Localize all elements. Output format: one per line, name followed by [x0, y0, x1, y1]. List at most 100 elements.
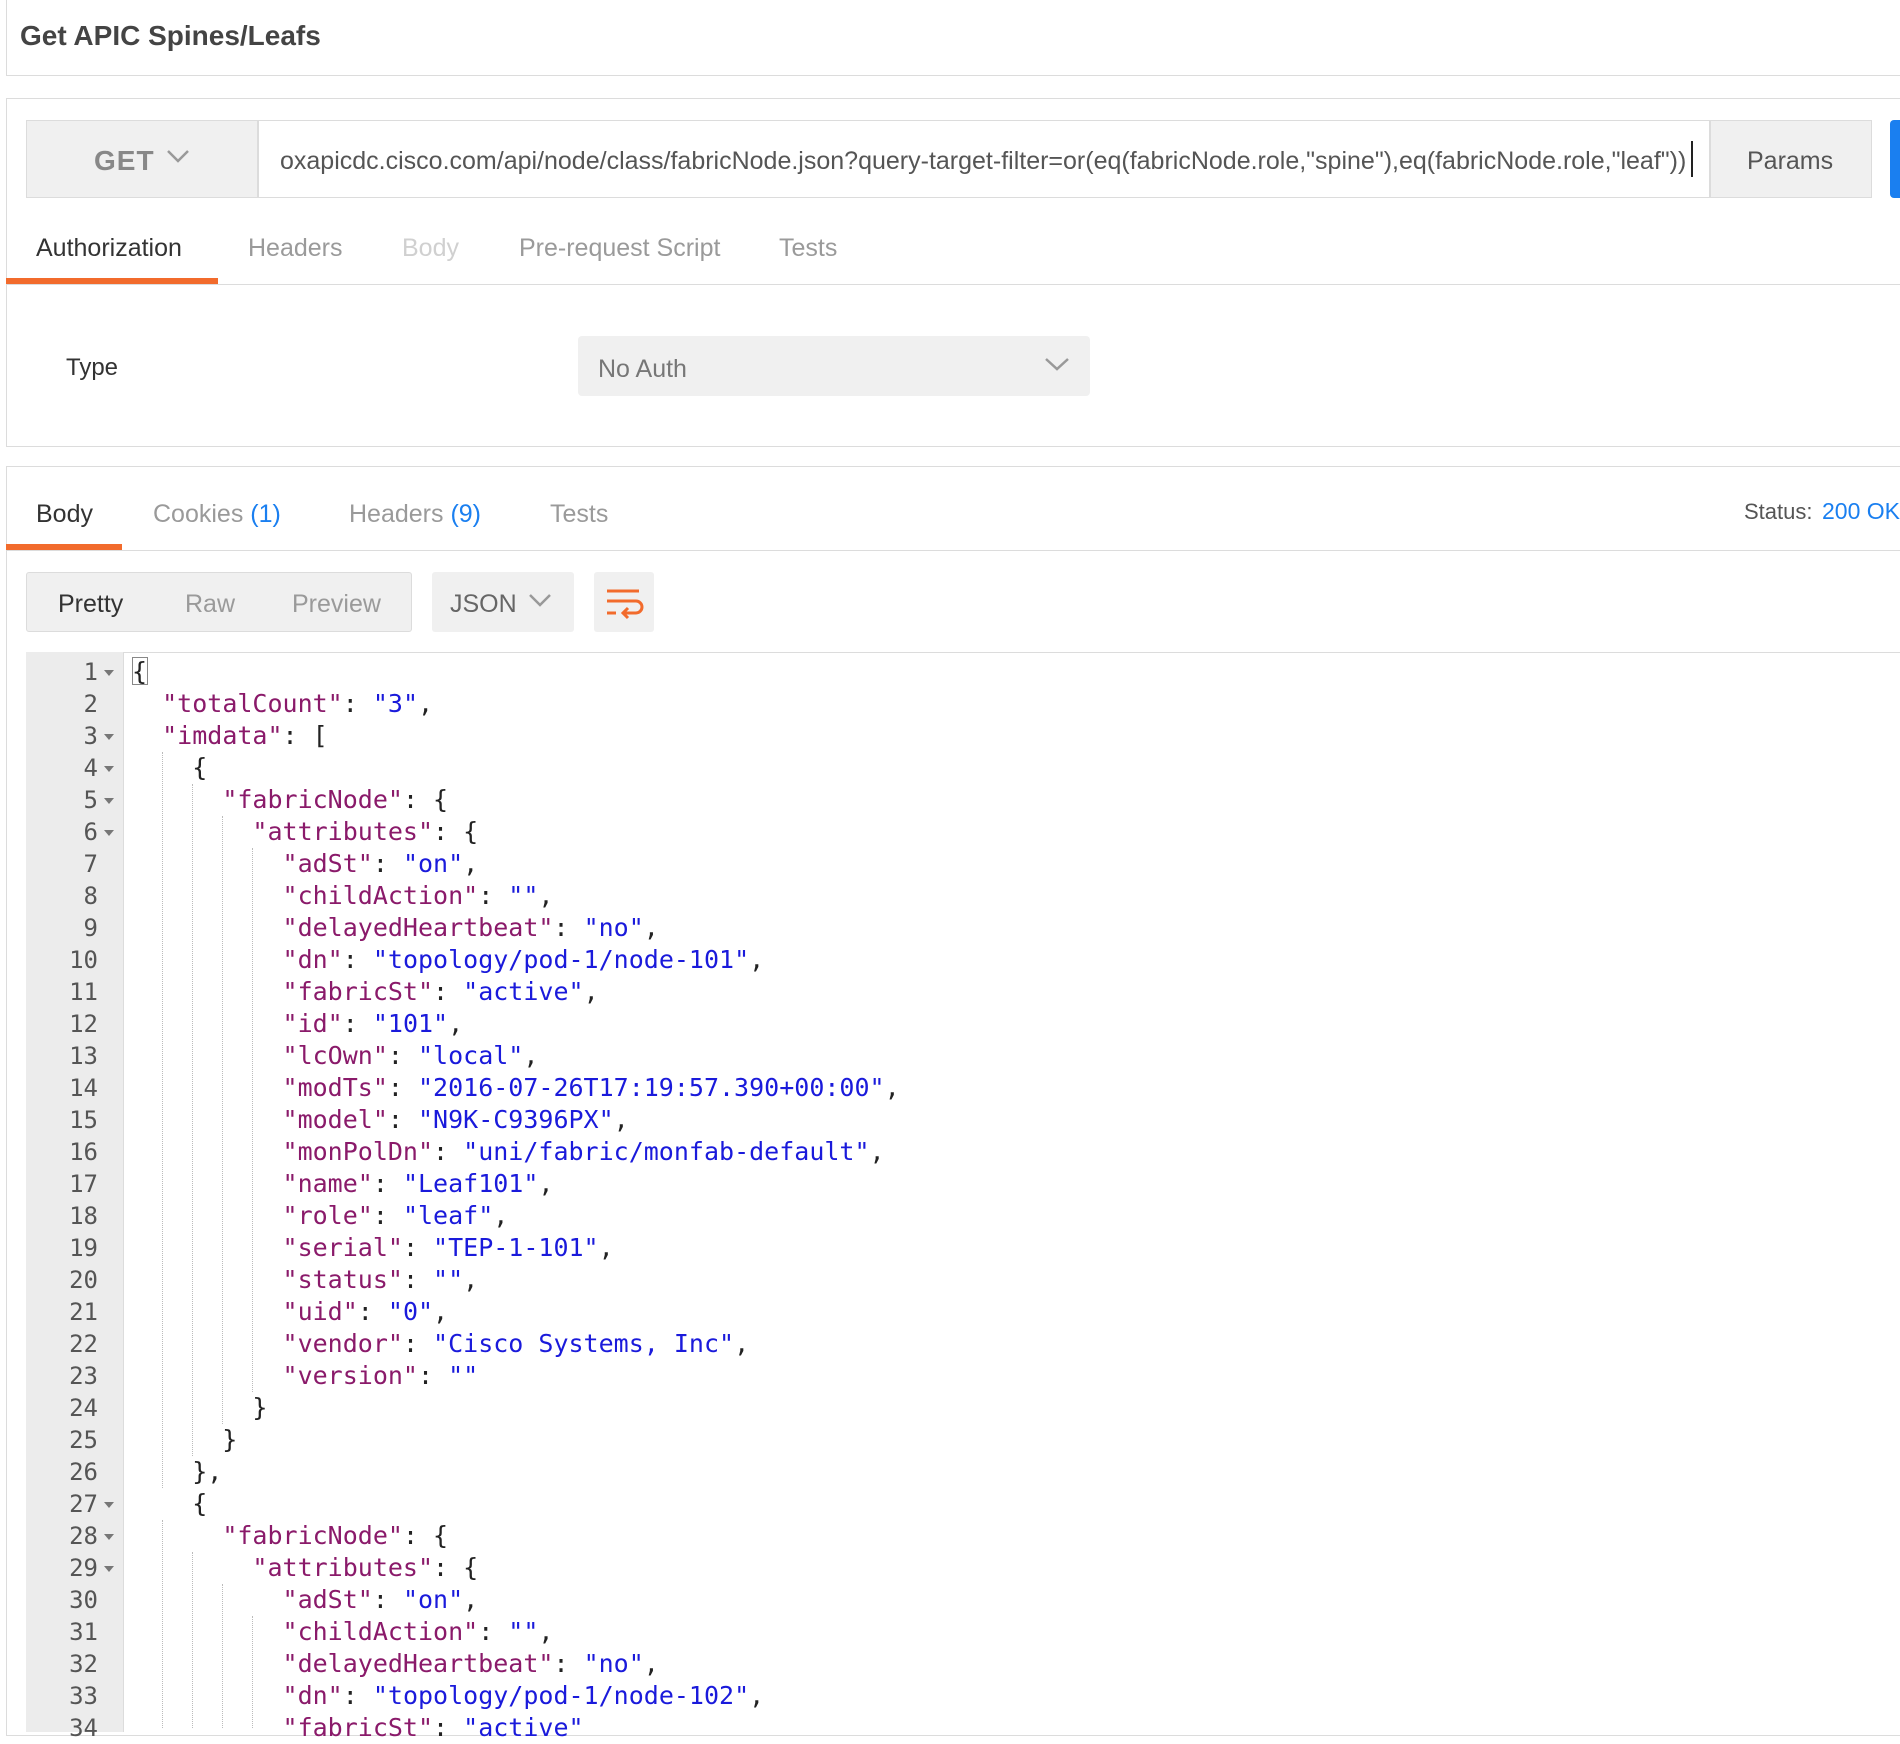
code-line: "serial": "TEP-1-101", — [132, 1232, 614, 1264]
json-punctuation: : — [478, 881, 509, 910]
chevron-down-icon — [529, 594, 551, 607]
line-number: 24 — [69, 1394, 98, 1422]
chevron-down-icon — [1045, 358, 1069, 371]
line-number: 18 — [69, 1202, 98, 1230]
wrap-lines-icon — [607, 589, 644, 620]
json-punctuation: , — [869, 1137, 885, 1166]
response-tab-tests[interactable]: Tests — [550, 500, 608, 529]
json-key: "name" — [282, 1169, 373, 1198]
tab-pre-request-script[interactable]: Pre-request Script — [519, 234, 720, 263]
json-punctuation: : — [372, 1585, 403, 1614]
json-punctuation: , — [463, 849, 479, 878]
fold-arrow-icon[interactable] — [104, 1534, 114, 1540]
json-string-value: "" — [448, 1361, 479, 1390]
fold-arrow-icon[interactable] — [104, 766, 114, 772]
response-tab-cookies[interactable]: Cookies (1) — [153, 500, 281, 529]
line-number: 14 — [69, 1074, 98, 1102]
json-punctuation: : — [372, 1201, 403, 1230]
fold-arrow-icon[interactable] — [104, 798, 114, 804]
line-number: 11 — [69, 978, 98, 1006]
line-number: 12 — [69, 1010, 98, 1038]
fold-arrow-icon[interactable] — [104, 734, 114, 740]
tab-tests[interactable]: Tests — [779, 234, 837, 263]
code-line: "status": "", — [132, 1264, 479, 1296]
json-key: "lcOwn" — [282, 1041, 388, 1070]
json-punctuation: : — [387, 1105, 418, 1134]
raw-button[interactable]: Raw — [185, 590, 235, 619]
json-punctuation: , — [749, 945, 765, 974]
json-punctuation — [132, 1585, 283, 1614]
fold-arrow-icon[interactable] — [104, 1566, 114, 1572]
json-punctuation: , — [433, 1297, 449, 1326]
code-line: { — [132, 1488, 207, 1520]
headers-count: (9) — [450, 500, 482, 528]
json-string-value: "Cisco Systems, Inc" — [433, 1329, 735, 1358]
line-number: 10 — [69, 946, 98, 974]
json-string-value: "N9K-C9396PX" — [417, 1105, 614, 1134]
fold-arrow-icon[interactable] — [104, 830, 114, 836]
headers-tab-label: Headers — [349, 500, 444, 528]
json-key: "adSt" — [282, 849, 373, 878]
line-number: 19 — [69, 1234, 98, 1262]
tab-authorization[interactable]: Authorization — [36, 234, 182, 263]
json-string-value: "no" — [583, 1649, 644, 1678]
code-line: "dn": "topology/pod-1/node-102", — [132, 1680, 765, 1712]
json-punctuation: : { — [402, 785, 449, 814]
line-number: 5 — [83, 786, 98, 814]
json-key: "fabricNode" — [222, 1521, 403, 1550]
response-tab-headers[interactable]: Headers (9) — [349, 500, 481, 529]
code-line: } — [132, 1392, 267, 1424]
json-key: "vendor" — [282, 1329, 403, 1358]
auth-type-label: Type — [66, 354, 119, 381]
json-punctuation: : { — [433, 1553, 479, 1582]
preview-button[interactable]: Preview — [292, 590, 381, 619]
json-punctuation: : — [433, 1137, 464, 1166]
response-tab-body[interactable]: Body — [36, 500, 93, 529]
json-punctuation: : { — [402, 1521, 449, 1550]
json-string-value: "active" — [463, 977, 584, 1006]
json-string-value: "uni/fabric/monfab-default" — [463, 1137, 870, 1166]
line-number: 25 — [69, 1426, 98, 1454]
code-line: "monPolDn": "uni/fabric/monfab-default", — [132, 1136, 885, 1168]
json-string-value: "101" — [372, 1009, 449, 1038]
pretty-button[interactable]: Pretty — [58, 590, 123, 619]
indent-guide — [192, 1552, 194, 1728]
json-punctuation: , — [643, 1649, 659, 1678]
json-punctuation: : — [417, 1361, 449, 1390]
json-punctuation — [132, 1137, 283, 1166]
send-button[interactable] — [1890, 120, 1900, 198]
code-line: "dn": "topology/pod-1/node-101", — [132, 944, 765, 976]
json-key: "dn" — [282, 1681, 343, 1710]
json-punctuation: }, — [132, 1457, 223, 1486]
tabs-divider — [6, 550, 1900, 551]
json-string-value: "topology/pod-1/node-102" — [372, 1681, 750, 1710]
code-line: { — [132, 752, 207, 784]
json-key: "adSt" — [282, 1585, 373, 1614]
json-punctuation: : — [478, 1617, 509, 1646]
code-line: }, — [132, 1456, 222, 1488]
code-line: "version": "" — [132, 1360, 479, 1392]
wrap-lines-button[interactable] — [594, 572, 654, 632]
json-key: "modTs" — [282, 1073, 388, 1102]
line-number: 4 — [83, 754, 98, 782]
json-punctuation: , — [538, 1617, 554, 1646]
json-punctuation: , — [643, 913, 659, 942]
tab-body[interactable]: Body — [402, 234, 459, 263]
json-key: "imdata" — [162, 721, 283, 750]
json-string-value: "2016-07-26T17:19:57.390+00:00" — [417, 1073, 885, 1102]
line-number: 7 — [83, 850, 98, 878]
json-punctuation — [132, 977, 283, 1006]
code-line: "role": "leaf", — [132, 1200, 509, 1232]
json-string-value: "TEP-1-101" — [433, 1233, 599, 1262]
json-punctuation — [132, 1009, 283, 1038]
json-string-value: "leaf" — [402, 1201, 494, 1230]
indent-guide — [162, 752, 164, 1488]
json-punctuation — [132, 881, 283, 910]
code-line: "fabricNode": { — [132, 784, 448, 816]
line-number: 33 — [69, 1682, 98, 1710]
tab-headers[interactable]: Headers — [248, 234, 343, 263]
line-number: 23 — [69, 1362, 98, 1390]
fold-arrow-icon[interactable] — [104, 670, 114, 676]
fold-arrow-icon[interactable] — [104, 1502, 114, 1508]
json-key: "role" — [282, 1201, 373, 1230]
